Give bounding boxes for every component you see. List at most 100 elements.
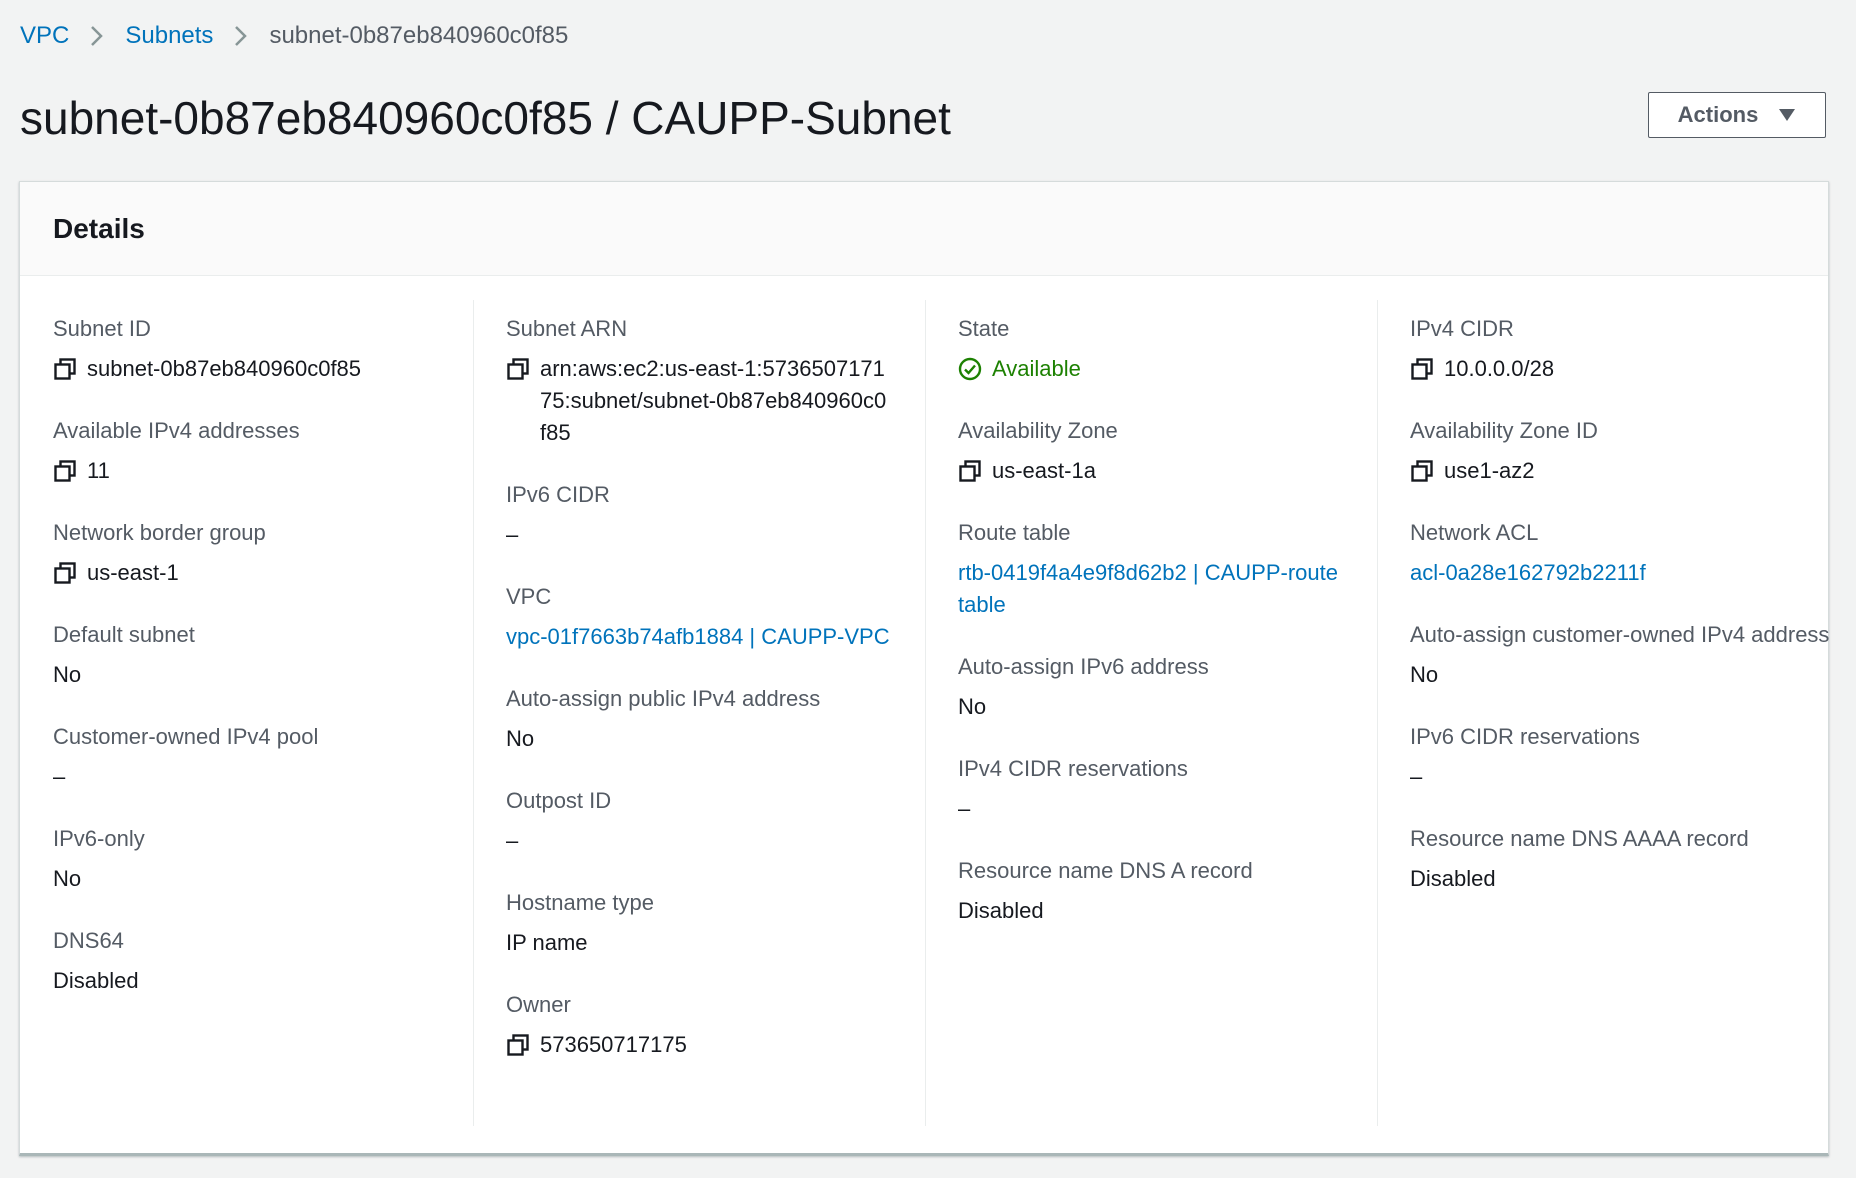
details-column: Subnet ARN arn:aws:ec2:us-east-1:57365071… (506, 276, 926, 1091)
field-value-text: – (1410, 764, 1423, 789)
details-column: IPv4 CIDR 10.0.0.0/28 Availability Zone ID… (1410, 276, 1830, 925)
field-value-text: – (506, 522, 519, 547)
field-value: No (506, 723, 926, 755)
field-label: IPv4 CIDR (1410, 316, 1514, 341)
field-value: 10.0.0.0/28 (1410, 353, 1830, 385)
field-value: 573650717175 (506, 1029, 926, 1061)
field-label: Owner (506, 992, 571, 1017)
field-label: DNS64 (53, 928, 124, 953)
details-title: Details (53, 212, 145, 244)
copy-icon[interactable] (53, 357, 77, 381)
field-owner: Owner 573650717175 (506, 989, 926, 1061)
field-label: Subnet ID (53, 316, 151, 341)
field-ipv6-only: IPv6-only No (53, 823, 473, 895)
field-available-ipv4-addresses: Available IPv4 addresses 11 (53, 415, 473, 487)
field-value-link[interactable]: vpc-01f7663b74afb1884 | CAUPP-VPC (506, 621, 926, 653)
field-ipv6-cidr: IPv6 CIDR – (506, 479, 926, 551)
copy-icon[interactable] (53, 561, 77, 585)
details-column: Subnet ID subnet-0b87eb840960c0f85 Availab… (53, 276, 473, 1027)
field-value: us-east-1a (958, 455, 1378, 487)
field-state: State Available (958, 313, 1378, 385)
field-auto-assign-public-ipv4-address: Auto-assign public IPv4 address No (506, 683, 926, 755)
field-ipv4-cidr-reservations: IPv4 CIDR reservations – (958, 753, 1378, 825)
caret-down-icon (1778, 108, 1796, 122)
field-value-text: us-east-1 (87, 560, 179, 585)
field-value-text: subnet-0b87eb840960c0f85 (87, 356, 362, 381)
breadcrumb-current: subnet-0b87eb840960c0f85 (269, 22, 569, 49)
field-value: Disabled (958, 895, 1378, 927)
field-availability-zone: Availability Zone us-east-1a (958, 415, 1378, 487)
field-resource-name-dns-aaaa-record: Resource name DNS AAAA record Disabled (1410, 823, 1830, 895)
field-value-text: – (958, 796, 971, 821)
field-value-text: 573650717175 (540, 1032, 687, 1057)
field-vpc: VPC vpc-01f7663b74afb1884 | CAUPP-VPC (506, 581, 926, 653)
field-value-text: use1-az2 (1444, 458, 1535, 483)
actions-button[interactable]: Actions (1648, 92, 1826, 138)
page-title: subnet-0b87eb840960c0f85 / CAUPP-Subnet (20, 92, 951, 144)
field-value-text: No (506, 726, 535, 751)
field-value-text: IP name (506, 930, 588, 955)
field-value-text: acl-0a28e162792b2211f (1410, 560, 1646, 585)
breadcrumb-vpc-link[interactable]: VPC (20, 22, 69, 50)
field-value: – (1410, 761, 1830, 793)
field-value: subnet-0b87eb840960c0f85 (53, 353, 473, 385)
field-value-text: rtb-0419f4a4e9f8d62b2 | CAUPP-routetable (958, 560, 1338, 617)
copy-icon[interactable] (958, 459, 982, 483)
field-dns64: DNS64 Disabled (53, 925, 473, 997)
field-value-link[interactable]: rtb-0419f4a4e9f8d62b2 | CAUPP-routetable (958, 557, 1378, 621)
field-customer-owned-ipv4-pool: Customer-owned IPv4 pool – (53, 721, 473, 793)
details-panel: Details Subnet ID subnet-0b87eb840960c0f8… (19, 181, 1829, 1156)
field-value: use1-az2 (1410, 455, 1830, 487)
field-auto-assign-ipv6-address: Auto-assign IPv6 address No (958, 651, 1378, 723)
field-label: Resource name DNS A record (958, 858, 1253, 883)
field-value: Available (958, 353, 1378, 385)
copy-icon[interactable] (1410, 357, 1434, 381)
field-label: Network ACL (1410, 520, 1539, 545)
breadcrumb: VPC Subnets subnet-0b87eb840960c0f85 (20, 18, 568, 54)
copy-icon[interactable] (506, 1033, 530, 1057)
field-value-link[interactable]: acl-0a28e162792b2211f (1410, 557, 1830, 589)
field-network-acl: Network ACL acl-0a28e162792b2211f (1410, 517, 1830, 589)
field-route-table: Route table rtb-0419f4a4e9f8d62b2 | CAUPP… (958, 517, 1378, 621)
field-label: Customer-owned IPv4 pool (53, 724, 319, 749)
copy-icon[interactable] (53, 459, 77, 483)
actions-button-label: Actions (1677, 102, 1759, 127)
field-hostname-type: Hostname type IP name (506, 887, 926, 959)
breadcrumb-subnets-link[interactable]: Subnets (125, 22, 213, 50)
check-circle-icon (958, 357, 982, 381)
field-value-text: Available (992, 356, 1081, 381)
copy-icon[interactable] (506, 357, 530, 381)
field-resource-name-dns-a-record: Resource name DNS A record Disabled (958, 855, 1378, 927)
field-label: IPv6 CIDR (506, 482, 610, 507)
field-subnet-arn: Subnet ARN arn:aws:ec2:us-east-1:57365071… (506, 313, 926, 449)
field-value: – (958, 793, 1378, 825)
field-label: Outpost ID (506, 788, 612, 813)
field-label: Hostname type (506, 890, 654, 915)
field-value-text: 11 (87, 458, 110, 483)
field-label: Availability Zone (958, 418, 1118, 443)
field-label: IPv4 CIDR reservations (958, 756, 1188, 781)
field-label: VPC (506, 584, 552, 609)
field-availability-zone-id: Availability Zone ID use1-az2 (1410, 415, 1830, 487)
field-default-subnet: Default subnet No (53, 619, 473, 691)
field-value: No (1410, 659, 1830, 691)
field-value-text: vpc-01f7663b74afb1884 | CAUPP-VPC (506, 624, 890, 649)
chevron-right-icon (223, 18, 259, 54)
field-network-border-group: Network border group us-east-1 (53, 517, 473, 589)
field-value-text: – (53, 764, 66, 789)
field-value-text: 10.0.0.0/28 (1444, 356, 1555, 381)
field-subnet-id: Subnet ID subnet-0b87eb840960c0f85 (53, 313, 473, 385)
field-value: IP name (506, 927, 926, 959)
field-outpost-id: Outpost ID – (506, 785, 926, 857)
field-label: Available IPv4 addresses (53, 418, 300, 443)
field-value-text: – (506, 828, 519, 853)
field-label: Default subnet (53, 622, 195, 647)
chevron-right-icon (79, 18, 115, 54)
field-value: – (506, 519, 926, 551)
field-label: Auto-assign IPv6 address (958, 654, 1209, 679)
field-value-text: Disabled (958, 898, 1044, 923)
copy-icon[interactable] (1410, 459, 1434, 483)
details-header: Details (20, 182, 1828, 276)
field-ipv6-cidr-reservations: IPv6 CIDR reservations – (1410, 721, 1830, 793)
field-value-text: us-east-1a (992, 458, 1096, 483)
